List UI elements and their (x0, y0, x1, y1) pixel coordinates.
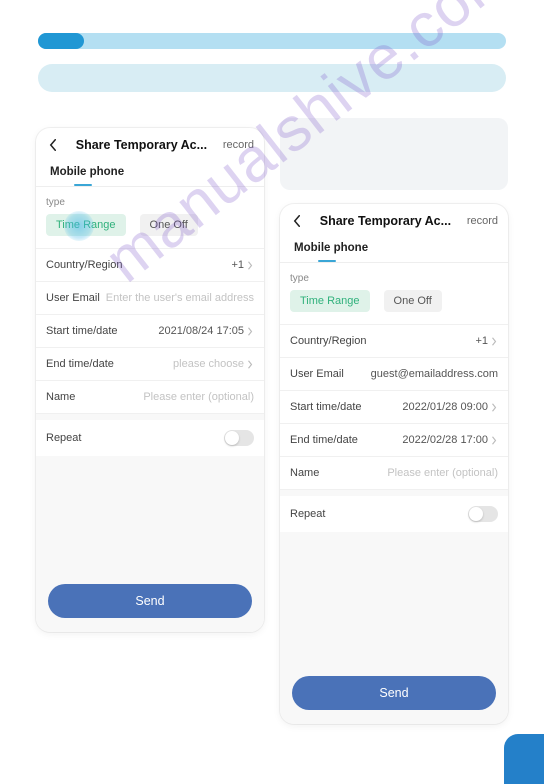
chip-time-range[interactable]: Time Range (46, 214, 126, 236)
country-value: +1 (231, 259, 254, 271)
phone-left: Share Temporary Ac... record Mobile phon… (36, 128, 264, 632)
country-row[interactable]: Country/Region +1 (36, 249, 264, 282)
repeat-row: Repeat (280, 496, 508, 532)
end-time-value: 2022/02/28 17:00 (402, 434, 498, 446)
chip-time-range[interactable]: Time Range (290, 290, 370, 312)
country-value-text: +1 (475, 335, 488, 347)
progress-fill (38, 33, 84, 49)
corner-decoration (504, 734, 544, 784)
chevron-right-icon (490, 403, 498, 411)
page-title: Share Temporary Ac... (304, 214, 467, 228)
name-placeholder: Please enter (optional) (387, 467, 498, 479)
chevron-right-icon (490, 436, 498, 444)
chevron-right-icon (246, 360, 254, 368)
email-label: User Email (290, 368, 344, 380)
name-placeholder: Please enter (optional) (143, 391, 254, 403)
chevron-right-icon (246, 261, 254, 269)
record-link[interactable]: record (467, 215, 498, 227)
email-label: User Email (46, 292, 100, 304)
country-value: +1 (475, 335, 498, 347)
repeat-label: Repeat (46, 432, 81, 444)
start-time-value: 2022/01/28 09:00 (402, 401, 498, 413)
sub-bar (38, 64, 506, 92)
name-row[interactable]: Name Please enter (optional) (280, 457, 508, 490)
chip-one-off[interactable]: One Off (384, 290, 442, 312)
email-row[interactable]: User Email Enter the user's email addres… (36, 282, 264, 315)
record-link[interactable]: record (223, 139, 254, 151)
name-label: Name (46, 391, 75, 403)
phone-right: Share Temporary Ac... record Mobile phon… (280, 204, 508, 724)
form: type Time Range One Off Country/Region +… (36, 186, 264, 632)
back-icon[interactable] (290, 214, 304, 228)
start-time-text: 2021/08/24 17:05 (158, 325, 244, 337)
placeholder-card (280, 118, 508, 190)
spacer (280, 532, 508, 666)
end-time-label: End time/date (290, 434, 358, 446)
form: type Time Range One Off Country/Region +… (280, 262, 508, 724)
end-time-placeholder: please choose (173, 358, 254, 370)
tab-mobile-phone[interactable]: Mobile phone (280, 234, 508, 254)
repeat-row: Repeat (36, 420, 264, 456)
send-button[interactable]: Send (48, 584, 252, 618)
start-time-value: 2021/08/24 17:05 (158, 325, 254, 337)
header: Share Temporary Ac... record (36, 128, 264, 158)
country-value-text: +1 (231, 259, 244, 271)
tab-mobile-phone[interactable]: Mobile phone (36, 158, 264, 178)
type-row: Time Range One Off (280, 290, 508, 325)
chip-one-off[interactable]: One Off (140, 214, 198, 236)
start-time-row[interactable]: Start time/date 2021/08/24 17:05 (36, 315, 264, 348)
back-icon[interactable] (46, 138, 60, 152)
email-row[interactable]: User Email guest@emailaddress.com (280, 358, 508, 391)
start-time-text: 2022/01/28 09:00 (402, 401, 488, 413)
send-button[interactable]: Send (292, 676, 496, 710)
page-title: Share Temporary Ac... (60, 138, 223, 152)
chevron-right-icon (490, 337, 498, 345)
country-label: Country/Region (46, 259, 122, 271)
header: Share Temporary Ac... record (280, 204, 508, 234)
email-placeholder: Enter the user's email address (106, 292, 254, 304)
country-label: Country/Region (290, 335, 366, 347)
start-time-label: Start time/date (290, 401, 362, 413)
end-time-row[interactable]: End time/date please choose (36, 348, 264, 381)
name-label: Name (290, 467, 319, 479)
repeat-label: Repeat (290, 508, 325, 520)
end-time-row[interactable]: End time/date 2022/02/28 17:00 (280, 424, 508, 457)
end-time-text: 2022/02/28 17:00 (402, 434, 488, 446)
type-label: type (36, 187, 264, 214)
type-row: Time Range One Off (36, 214, 264, 249)
start-time-label: Start time/date (46, 325, 118, 337)
country-row[interactable]: Country/Region +1 (280, 325, 508, 358)
end-time-label: End time/date (46, 358, 114, 370)
progress-bar (38, 33, 506, 49)
end-time-text: please choose (173, 358, 244, 370)
name-row[interactable]: Name Please enter (optional) (36, 381, 264, 414)
type-label: type (280, 263, 508, 290)
start-time-row[interactable]: Start time/date 2022/01/28 09:00 (280, 391, 508, 424)
spacer (36, 456, 264, 574)
chevron-right-icon (246, 327, 254, 335)
email-value: guest@emailaddress.com (371, 368, 498, 380)
repeat-toggle[interactable] (468, 506, 498, 522)
repeat-toggle[interactable] (224, 430, 254, 446)
